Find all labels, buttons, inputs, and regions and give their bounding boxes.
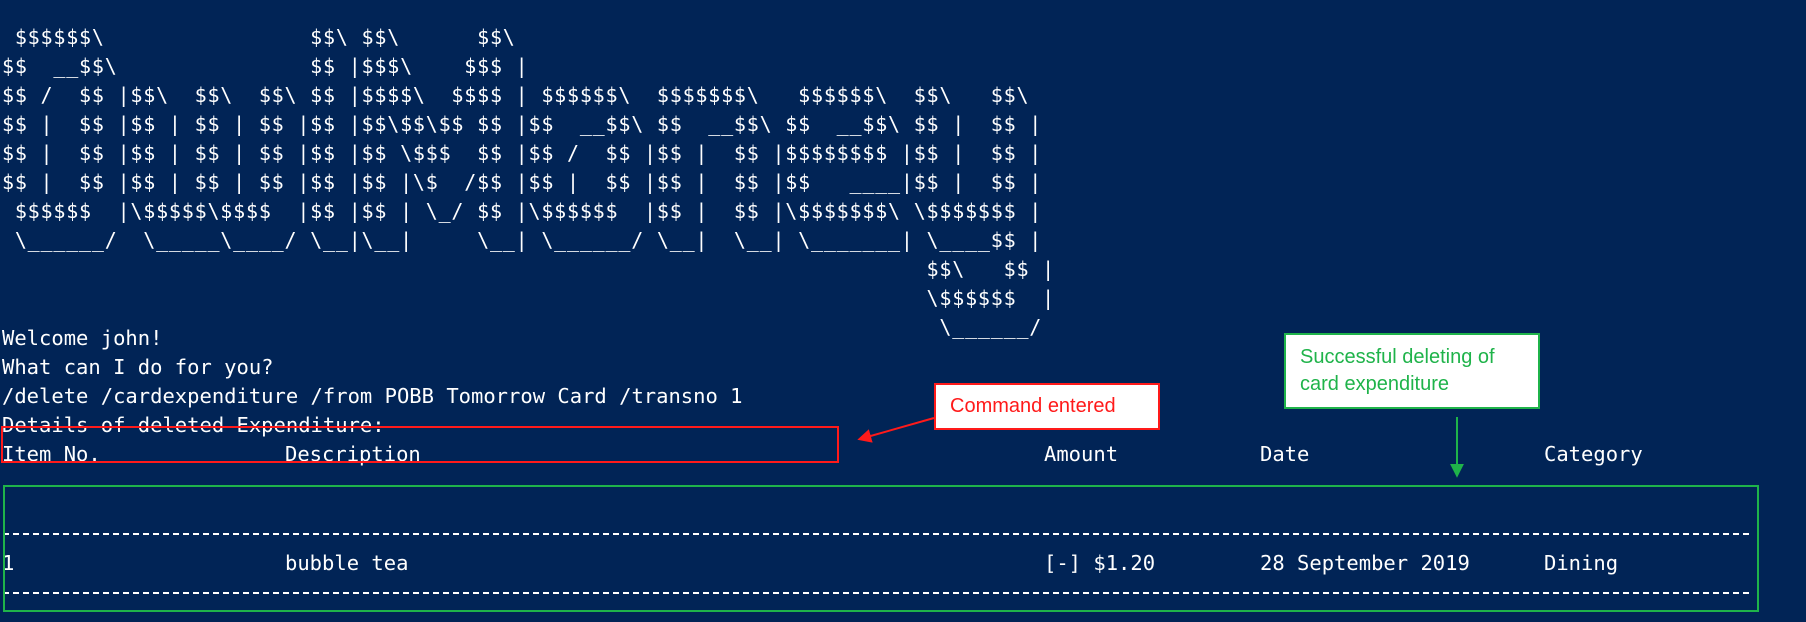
terminal-window[interactable]: $$$$$$\ $$\ $$\ $$\ $$ __$$\ $$ |$$$\ $$…: [0, 0, 1806, 622]
annotation-arrows: [857, 417, 1464, 478]
command-arrow: [857, 417, 935, 443]
